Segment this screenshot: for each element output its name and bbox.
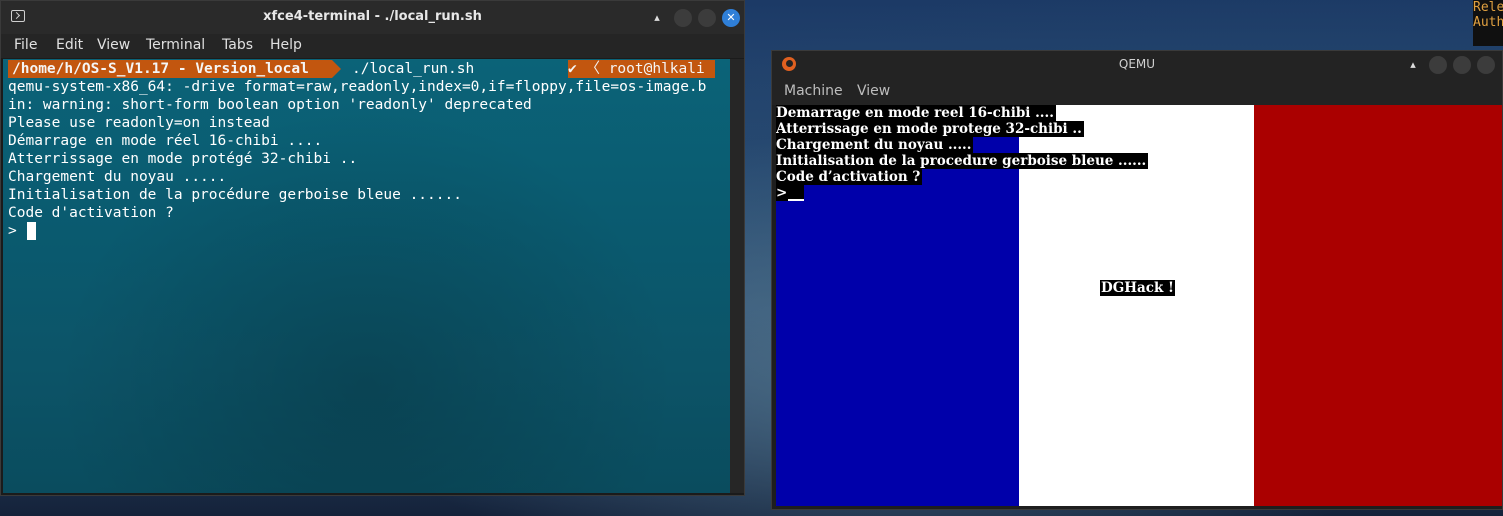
chevron-up-icon[interactable]: ▴ (648, 9, 666, 27)
vga-text-line: Chargement du noyau ..... (776, 137, 974, 153)
maximize-button[interactable] (1453, 56, 1471, 74)
desktop: xfce4-terminal - ./local_run.sh ▴ ✕ File… (0, 0, 1503, 516)
text-cursor (27, 222, 36, 240)
menu-view[interactable]: View (857, 83, 890, 99)
menubar: File Edit View Terminal Tabs Help (1, 34, 744, 58)
scrollbar[interactable] (730, 59, 744, 493)
terminal-titlebar[interactable]: xfce4-terminal - ./local_run.sh ▴ ✕ (1, 1, 744, 34)
window-title: QEMU (1118, 57, 1156, 71)
partial-text-line: Rele (1473, 0, 1503, 15)
menu-help[interactable]: Help (270, 37, 302, 53)
output-line: Please use readonly=on instead (8, 115, 270, 131)
maximize-button[interactable] (698, 9, 716, 27)
output-line: Chargement du noyau ..... (8, 169, 227, 185)
background-window-edge: Rele Auth (1473, 0, 1503, 46)
qemu-menubar: Machine View (772, 79, 1502, 105)
close-button[interactable] (1477, 56, 1495, 74)
terminal-output[interactable]: /home/h/OS-S_V1.17 - Version_local ./loc… (3, 59, 730, 493)
menu-tabs[interactable]: Tabs (222, 37, 253, 53)
window-title: xfce4-terminal - ./local_run.sh (263, 9, 482, 24)
chevron-up-icon[interactable]: ▴ (1404, 56, 1422, 74)
vga-cursor (788, 199, 804, 201)
output-line: in: warning: short-form boolean option '… (8, 97, 532, 113)
flag-red-band (1254, 105, 1502, 506)
output-line: Code d'activation ? (8, 205, 174, 221)
menu-edit[interactable]: Edit (56, 37, 83, 53)
prompt-command: ./local_run.sh (352, 61, 475, 77)
output-line: Démarrage en mode réel 16-chibi .... (8, 133, 323, 149)
output-line: Atterrissage en mode protégé 32-chibi .. (8, 151, 358, 167)
terminal-window[interactable]: xfce4-terminal - ./local_run.sh ▴ ✕ File… (0, 0, 745, 496)
input-prompt[interactable]: > (8, 222, 25, 240)
vm-display[interactable]: Demarrage en mode reel 16-chibi .... Att… (776, 105, 1502, 506)
close-button[interactable]: ✕ (722, 9, 740, 27)
minimize-button[interactable] (674, 9, 692, 27)
center-banner: DGHack ! (1100, 280, 1175, 296)
vga-text-line: Atterrissage en mode protege 32-chibi .. (776, 121, 1084, 137)
prompt-separator-icon (332, 60, 341, 78)
vga-text-line: Demarrage en mode reel 16-chibi .... (776, 105, 1056, 121)
qemu-window[interactable]: QEMU ▴ Machine View Demarrage en mode re… (771, 50, 1503, 510)
minimize-button[interactable] (1429, 56, 1447, 74)
vga-text-line: Code d’activation ? (776, 169, 923, 185)
output-line: qemu-system-x86_64: -drive format=raw,re… (8, 79, 707, 95)
menu-view[interactable]: View (97, 37, 130, 53)
prompt-status-segment: ✔ 〈 root@hlkali (568, 60, 715, 78)
output-line: Initialisation de la procédure gerboise … (8, 187, 462, 203)
qemu-titlebar[interactable]: QEMU ▴ (772, 51, 1502, 79)
menu-machine[interactable]: Machine (784, 83, 843, 99)
vga-text-line: Initialisation de la procedure gerboise … (776, 153, 1149, 169)
prompt-path-segment: /home/h/OS-S_V1.17 - Version_local (8, 60, 332, 78)
menu-file[interactable]: File (14, 37, 37, 53)
partial-text-line: Auth (1473, 15, 1503, 30)
menu-terminal[interactable]: Terminal (146, 37, 205, 53)
